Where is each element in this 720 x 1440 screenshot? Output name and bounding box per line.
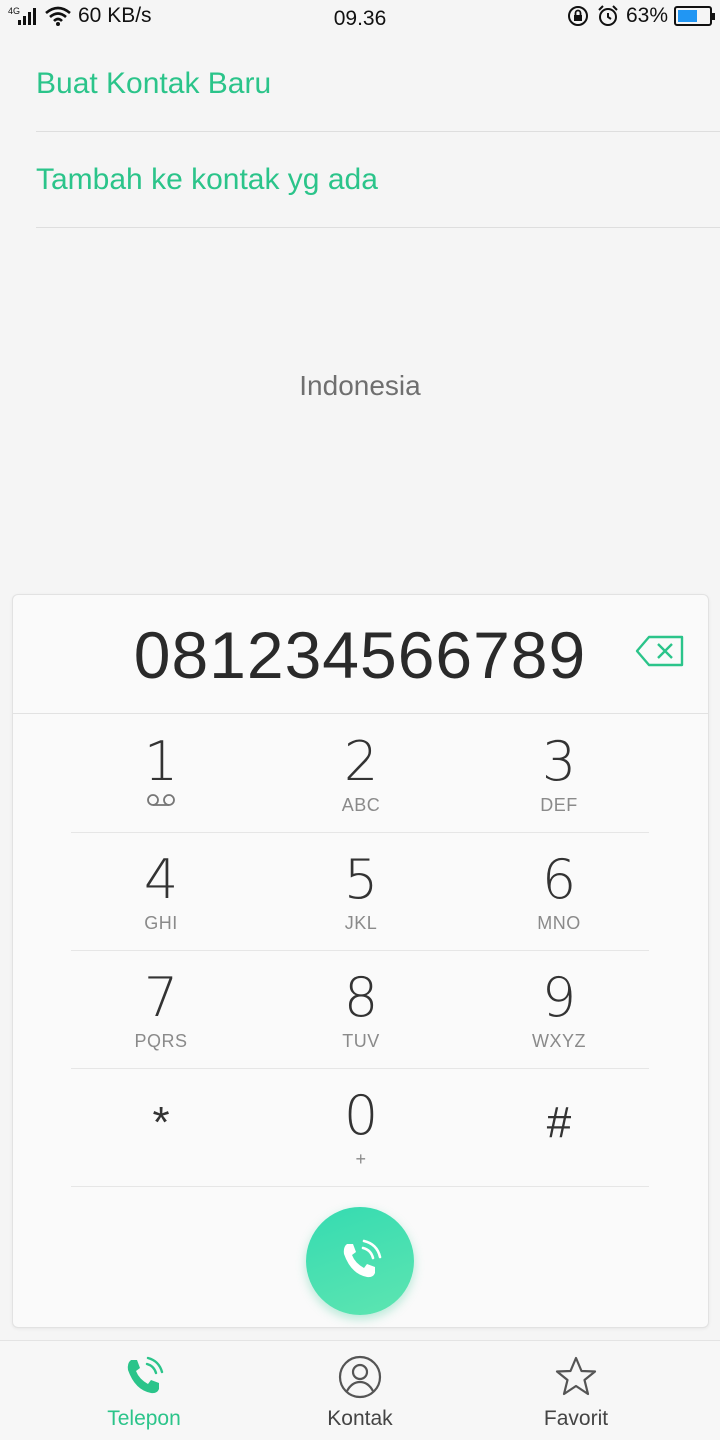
- key-5[interactable]: 5 JKL: [271, 833, 451, 951]
- star-icon: [555, 1356, 597, 1396]
- key-letters: DEF: [540, 795, 578, 815]
- status-bar: 4G 60 KB/s 09.36 63%: [0, 0, 720, 36]
- key-4[interactable]: 4 GHI: [71, 833, 251, 951]
- key-symbol: *: [152, 1098, 170, 1147]
- number-row: 081234566789: [13, 595, 708, 714]
- key-digit: 6: [541, 848, 577, 911]
- key-digit: 5: [343, 848, 379, 911]
- battery-fill: [678, 10, 697, 22]
- backspace-icon[interactable]: [635, 635, 685, 667]
- battery-icon: [674, 6, 715, 26]
- nav-tab-telepon[interactable]: Telepon: [44, 1341, 244, 1440]
- key-letters: TUV: [342, 1031, 380, 1051]
- status-right: 63%: [566, 4, 715, 28]
- key-6[interactable]: 6 MNO: [469, 833, 649, 951]
- key-digit: 3: [541, 730, 577, 793]
- key-3[interactable]: 3 DEF: [469, 715, 649, 833]
- battery-percent: 63%: [625, 4, 668, 27]
- key-star[interactable]: *: [71, 1069, 251, 1187]
- key-7[interactable]: 7 PQRS: [71, 951, 251, 1069]
- voicemail-icon: [147, 794, 175, 806]
- keypad-row: 4 GHI 5 JKL 6 MNO: [71, 833, 649, 951]
- key-digit: 9: [541, 966, 577, 1029]
- key-digit: 1: [143, 730, 179, 793]
- nav-label: Favorit: [543, 1407, 609, 1430]
- person-icon: [338, 1355, 382, 1399]
- add-to-existing-contact-option[interactable]: Tambah ke kontak yg ada: [36, 132, 720, 228]
- key-letters: +: [355, 1149, 367, 1169]
- nav-tab-favorit[interactable]: Favorit: [476, 1341, 676, 1440]
- key-letters: WXYZ: [532, 1031, 586, 1051]
- key-0[interactable]: 0 +: [271, 1069, 451, 1187]
- key-letters: ABC: [341, 795, 381, 815]
- key-digit: 2: [343, 730, 379, 793]
- nav-tab-kontak[interactable]: Kontak: [260, 1341, 460, 1440]
- key-symbol: #: [546, 1098, 572, 1147]
- number-location: Indonesia: [299, 370, 421, 401]
- dialer-card: 081234566789 1 2 ABC 3 DEF 4 GHI 5 JKL 6…: [12, 594, 709, 1328]
- create-new-contact-option[interactable]: Buat Kontak Baru: [36, 36, 720, 132]
- keypad-row: 7 PQRS 8 TUV 9 WXYZ: [71, 951, 649, 1069]
- key-letters: MNO: [537, 913, 581, 933]
- keypad-row: 1 2 ABC 3 DEF: [71, 715, 649, 833]
- nav-label: Kontak: [327, 1407, 393, 1430]
- key-2[interactable]: 2 ABC: [271, 715, 451, 833]
- key-8[interactable]: 8 TUV: [271, 951, 451, 1069]
- key-digit: 7: [143, 966, 179, 1029]
- key-hash[interactable]: #: [469, 1069, 649, 1187]
- key-digit: 0: [343, 1084, 379, 1147]
- bottom-nav: Telepon Kontak Favorit: [0, 1340, 720, 1440]
- phone-call-icon: [343, 1239, 382, 1278]
- key-letters: GHI: [144, 913, 178, 933]
- nav-label: Telepon: [107, 1407, 181, 1430]
- key-digit: 8: [343, 966, 379, 1029]
- key-1[interactable]: 1: [71, 715, 251, 833]
- key-letters: JKL: [344, 913, 378, 933]
- rotation-lock-icon: [567, 6, 588, 26]
- call-button[interactable]: [306, 1207, 414, 1315]
- alarm-icon: [598, 5, 618, 26]
- phone-icon: [127, 1356, 164, 1394]
- keypad-row: * 0 + #: [71, 1069, 649, 1187]
- key-9[interactable]: 9 WXYZ: [469, 951, 649, 1069]
- key-letters: PQRS: [134, 1031, 188, 1051]
- key-digit: 4: [143, 848, 179, 911]
- dialed-number: 081234566789: [133, 618, 587, 692]
